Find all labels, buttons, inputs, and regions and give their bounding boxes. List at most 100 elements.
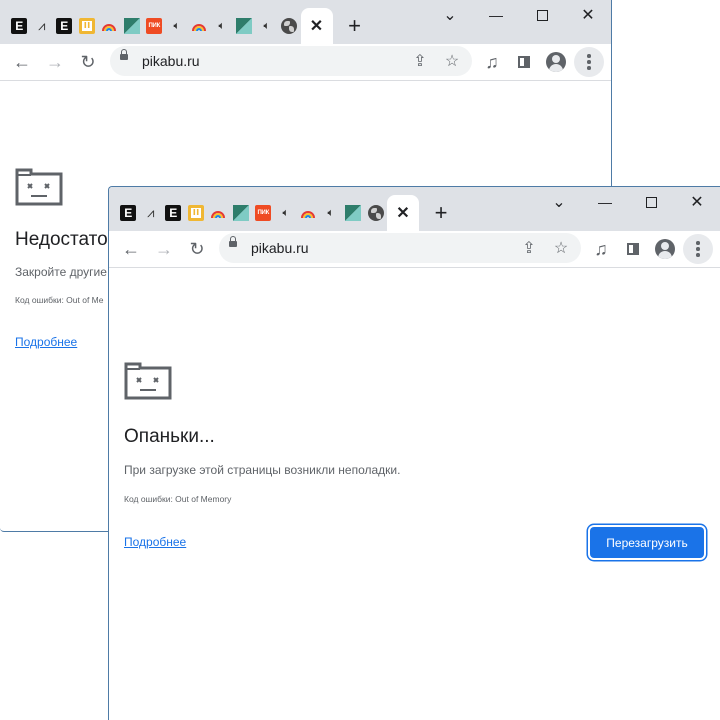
back-button[interactable]: ← <box>8 48 36 76</box>
tab[interactable] <box>342 195 365 231</box>
wave-icon: ⩘ <box>147 205 155 220</box>
close-tab-icon[interactable]: ✕ <box>310 16 323 36</box>
tab[interactable] <box>185 195 208 231</box>
tab[interactable]: E <box>53 8 76 44</box>
details-link[interactable]: Подробнее <box>15 335 77 349</box>
tab[interactable] <box>278 8 301 44</box>
tab[interactable] <box>188 8 211 44</box>
forward-button[interactable]: → <box>41 48 69 76</box>
lock-icon[interactable] <box>229 236 237 247</box>
volume-icon: 🔈︎ <box>327 206 335 219</box>
error-description: Закройте другие в <box>15 265 117 279</box>
address-bar[interactable]: pikabu.ru ⇪ ☆ <box>219 233 581 263</box>
side-panel-button[interactable] <box>510 48 538 76</box>
window-controls: ⌄ — ✕ <box>427 0 611 30</box>
volume-icon: 🔈︎ <box>282 206 290 219</box>
tab[interactable] <box>207 195 230 231</box>
tab[interactable]: ПИК <box>143 8 166 44</box>
side-panel-icon <box>518 56 530 68</box>
tab[interactable]: ПИК <box>252 195 275 231</box>
star-icon[interactable]: ☆ <box>549 236 573 260</box>
menu-button[interactable] <box>574 47 604 77</box>
tab-active[interactable]: ✕ <box>300 8 333 44</box>
rainbow-icon <box>300 205 316 221</box>
toolbar: ← → ↻ pikabu.ru ⇪ ☆ ♫ <box>0 44 611 81</box>
tab[interactable] <box>233 8 256 44</box>
share-icon[interactable]: ⇪ <box>408 49 432 73</box>
sad-tab-icon <box>124 362 172 400</box>
globe-icon <box>367 205 384 221</box>
tab[interactable] <box>365 195 388 231</box>
address-bar[interactable]: pikabu.ru ⇪ ☆ <box>110 46 472 76</box>
rainbow-icon <box>210 205 226 221</box>
tab[interactable] <box>297 195 320 231</box>
profile-button[interactable] <box>651 235 679 263</box>
tab-list: E ⩘ E ПИК 🔈︎ 🔈︎ 🔈︎ ✕ + <box>8 8 371 44</box>
volume-icon: 🔈︎ <box>173 19 181 32</box>
rainbow-icon <box>191 18 207 34</box>
url-text[interactable]: pikabu.ru <box>142 53 200 69</box>
reload-button[interactable]: Перезагрузить <box>590 527 704 558</box>
e-logo-icon: E <box>11 18 28 34</box>
tab-search-button[interactable]: ⌄ <box>427 0 473 30</box>
tab[interactable]: E <box>117 195 140 231</box>
wave-icon: ⩘ <box>38 18 46 33</box>
reload-icon-button[interactable]: ↻ <box>74 48 102 76</box>
mosaic-icon <box>232 205 249 221</box>
side-panel-button[interactable] <box>619 235 647 263</box>
tab-active[interactable]: ✕ <box>387 195 419 231</box>
lock-icon[interactable] <box>120 49 128 60</box>
close-window-button[interactable]: ✕ <box>674 187 720 217</box>
dot-icon <box>587 54 591 58</box>
close-window-button[interactable]: ✕ <box>565 0 611 30</box>
minimize-button[interactable]: — <box>473 0 519 30</box>
tab[interactable] <box>98 8 121 44</box>
tab[interactable]: 🔈︎ <box>320 195 343 231</box>
share-icon[interactable]: ⇪ <box>517 236 541 260</box>
maximize-button[interactable] <box>519 0 565 30</box>
forward-button[interactable]: → <box>150 235 178 263</box>
rainbow-icon <box>101 18 117 34</box>
tab[interactable]: E <box>8 8 31 44</box>
media-control-icon[interactable]: ♫ <box>478 48 506 76</box>
tab-strip: E ⩘ E ПИК 🔈︎ 🔈︎ ✕ + ⌄ — ✕ <box>109 187 720 231</box>
tab[interactable]: 🔈︎ <box>256 8 279 44</box>
star-icon[interactable]: ☆ <box>440 49 464 73</box>
dot-icon <box>587 60 591 64</box>
tab[interactable] <box>230 195 253 231</box>
tab[interactable]: ⩘ <box>31 8 54 44</box>
reload-icon-button[interactable]: ↻ <box>183 235 211 263</box>
new-tab-button[interactable]: + <box>339 8 371 44</box>
tab-search-button[interactable]: ⌄ <box>536 187 582 217</box>
volume-icon: 🔈︎ <box>263 19 271 32</box>
error-code: Код ошибки: Out of Me <box>15 295 104 305</box>
error-title: Недостато <box>15 229 108 250</box>
mosaic-icon <box>236 18 253 34</box>
new-tab-button[interactable]: + <box>425 195 457 231</box>
tab[interactable]: ⩘ <box>140 195 163 231</box>
pik-logo-icon: ПИК <box>146 18 163 34</box>
url-text[interactable]: pikabu.ru <box>251 240 309 256</box>
tab[interactable]: 🔈︎ <box>211 8 234 44</box>
maximize-button[interactable] <box>628 187 674 217</box>
tab[interactable]: 🔈︎ <box>275 195 298 231</box>
minimize-button[interactable]: — <box>582 187 628 217</box>
profile-avatar-icon <box>546 52 566 72</box>
media-control-icon[interactable]: ♫ <box>587 235 615 263</box>
e-logo-icon: E <box>56 18 73 34</box>
error-description: При загрузке этой страницы возникли непо… <box>124 463 401 477</box>
tab[interactable] <box>76 8 99 44</box>
tab[interactable]: 🔈︎ <box>166 8 189 44</box>
tab-list: E ⩘ E ПИК 🔈︎ 🔈︎ ✕ + <box>117 195 457 231</box>
details-link[interactable]: Подробнее <box>124 535 186 549</box>
error-page: Опаньки... При загрузке этой страницы во… <box>109 268 720 720</box>
profile-button[interactable] <box>542 48 570 76</box>
error-code: Код ошибки: Out of Memory <box>124 494 232 504</box>
tab[interactable]: E <box>162 195 185 231</box>
close-tab-icon[interactable]: ✕ <box>396 203 409 223</box>
tab[interactable] <box>121 8 144 44</box>
window-controls: ⌄ — ✕ <box>536 187 720 217</box>
menu-button[interactable] <box>683 234 713 264</box>
back-button[interactable]: ← <box>117 235 145 263</box>
browser-window-front[interactable]: E ⩘ E ПИК 🔈︎ 🔈︎ ✕ + ⌄ — ✕ ← → ↻ pikabu.r… <box>108 186 720 720</box>
